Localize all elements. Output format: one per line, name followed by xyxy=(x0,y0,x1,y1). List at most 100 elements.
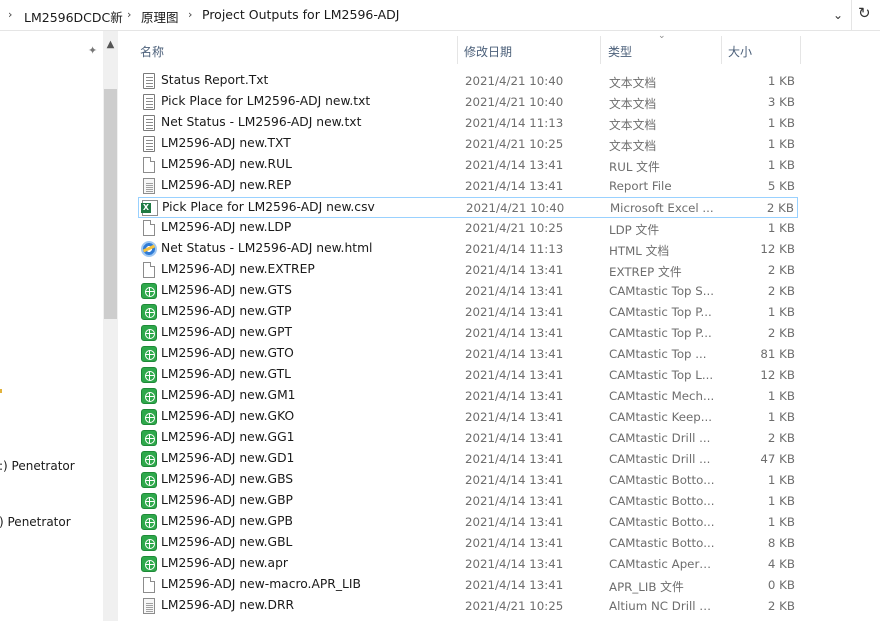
file-name: LM2596-ADJ new.TXT xyxy=(161,136,291,150)
file-size: 4 KB xyxy=(767,557,795,571)
camtastic-file-icon xyxy=(141,451,157,467)
file-row[interactable]: LM2596-ADJ new.GPB 2021/4/14 13:41 CAMtast… xyxy=(138,512,798,533)
file-modified-date: 2021/4/14 13:41 xyxy=(465,431,564,445)
camtastic-file-icon xyxy=(141,367,157,383)
chevron-down-icon[interactable]: ⌄ xyxy=(826,2,850,28)
file-type: CAMtastic Drill ... xyxy=(609,452,711,466)
file-row[interactable]: LM2596-ADJ new.GBS 2021/4/14 13:41 CAMtast… xyxy=(138,470,798,491)
nav-item[interactable]: :) Penetrator xyxy=(0,459,75,473)
column-header-size[interactable]: 大小 xyxy=(728,43,752,60)
file-row[interactable]: Net Status - LM2596-ADJ new.txt 2021/4/14… xyxy=(138,113,798,134)
column-header-date[interactable]: 修改日期 xyxy=(464,43,512,60)
file-modified-date: 2021/4/14 13:41 xyxy=(465,263,564,277)
file-size: 3 KB xyxy=(767,95,795,109)
file-name: LM2596-ADJ new.LDP xyxy=(161,220,292,234)
file-name: LM2596-ADJ new.GBL xyxy=(161,535,293,549)
file-size: 2 KB xyxy=(767,599,795,613)
file-row[interactable]: LM2596-ADJ new.GTO 2021/4/14 13:41 CAMtast… xyxy=(138,344,798,365)
file-row[interactable]: LM2596-ADJ new.DRR 2021/4/21 10:25 Altium … xyxy=(138,596,798,617)
text-doc-icon xyxy=(143,73,155,89)
camtastic-file-icon xyxy=(141,409,157,425)
column-divider[interactable] xyxy=(800,36,801,64)
file-row[interactable]: LM2596-ADJ new.RUL 2021/4/14 13:41 RUL 文件 1… xyxy=(138,155,798,176)
file-row[interactable]: LM2596-ADJ new.apr 2021/4/14 13:41 CAMtast… xyxy=(138,554,798,575)
text-doc-icon xyxy=(143,115,155,131)
file-modified-date: 2021/4/14 11:13 xyxy=(465,242,564,256)
file-row[interactable]: LM2596-ADJ new.GKO 2021/4/14 13:41 CAMtast… xyxy=(138,407,798,428)
file-modified-date: 2021/4/14 13:41 xyxy=(465,452,564,466)
column-header-row: 名称 修改日期 ⌄ 类型 大小 xyxy=(118,31,880,68)
file-row[interactable]: LM2596-ADJ new.GD1 2021/4/14 13:41 CAMtast… xyxy=(138,449,798,470)
file-type: Altium NC Drill R... xyxy=(609,599,715,613)
file-row[interactable]: LM2596-ADJ new.GTP 2021/4/14 13:41 CAMtast… xyxy=(138,302,798,323)
file-name: Net Status - LM2596-ADJ new.txt xyxy=(161,115,362,129)
file-size: 81 KB xyxy=(760,347,795,361)
chevron-right-icon[interactable]: › xyxy=(188,8,192,21)
file-type: CAMtastic Botto... xyxy=(609,536,715,550)
file-row[interactable]: Net Status - LM2596-ADJ new.html 2021/4/1… xyxy=(138,239,798,260)
breadcrumb-item[interactable]: LM2596DCDC新 xyxy=(24,7,123,26)
file-row[interactable]: LM2596-ADJ new.TXT 2021/4/21 10:25 文本文档 1 K… xyxy=(138,134,798,155)
column-header-name[interactable]: 名称 xyxy=(140,43,164,60)
chevron-right-icon[interactable]: › xyxy=(8,8,12,21)
file-type: Report File xyxy=(609,179,672,193)
file-row[interactable]: LM2596-ADJ new.GBL 2021/4/14 13:41 CAMtast… xyxy=(138,533,798,554)
column-divider[interactable] xyxy=(721,36,722,64)
file-row[interactable]: LM2596-ADJ new.GTS 2021/4/14 13:41 CAMtast… xyxy=(138,281,798,302)
file-size: 1 KB xyxy=(767,494,795,508)
file-type: 文本文档 xyxy=(609,76,657,90)
scroll-up-icon[interactable]: ▲ xyxy=(103,39,118,50)
file-size: 1 KB xyxy=(767,158,795,172)
file-row[interactable]: LM2596-ADJ new.GG1 2021/4/14 13:41 CAMtast… xyxy=(138,428,798,449)
navigation-pane[interactable]: ✦ :) Penetrator ) Penetrator xyxy=(0,31,103,621)
file-row[interactable]: LM2596-ADJ new.GPT 2021/4/14 13:41 CAMtast… xyxy=(138,323,798,344)
file-row[interactable]: LM2596-ADJ new-macro.APR_LIB 2021/4/14 13… xyxy=(138,575,798,596)
blank-file-icon xyxy=(143,577,155,593)
file-row[interactable]: Pick Place for LM2596-ADJ new.csv 2021/4/… xyxy=(138,197,798,218)
pin-icon[interactable]: ✦ xyxy=(88,44,97,57)
file-modified-date: 2021/4/21 10:40 xyxy=(465,74,564,88)
camtastic-file-icon xyxy=(141,556,157,572)
file-name: Pick Place for LM2596-ADJ new.csv xyxy=(162,200,375,214)
column-divider[interactable] xyxy=(457,36,458,64)
file-row[interactable]: LM2596-ADJ new.GM1 2021/4/14 13:41 CAMtast… xyxy=(138,386,798,407)
file-name: LM2596-ADJ new.GKO xyxy=(161,409,295,423)
file-row[interactable]: LM2596-ADJ new.REP 2021/4/14 13:41 Report … xyxy=(138,176,798,197)
file-size: 47 KB xyxy=(760,452,795,466)
file-row[interactable]: LM2596-ADJ new.LDP 2021/4/21 10:25 LDP 文件 1… xyxy=(138,218,798,239)
blank-file-icon xyxy=(143,157,155,173)
refresh-icon[interactable]: ↻ xyxy=(858,4,871,22)
file-size: 2 KB xyxy=(767,326,795,340)
file-modified-date: 2021/4/14 13:41 xyxy=(465,305,564,319)
html-file-icon xyxy=(141,241,157,257)
file-row[interactable]: Pick Place for LM2596-ADJ new.txt 2021/4/… xyxy=(138,92,798,113)
breadcrumb-item[interactable]: 原理图 xyxy=(141,7,179,26)
file-row[interactable]: Status Report.Txt 2021/4/21 10:40 文本文档 1 KB xyxy=(138,71,798,92)
folder-icon xyxy=(0,389,2,393)
file-modified-date: 2021/4/14 13:41 xyxy=(465,515,564,529)
file-type: CAMtastic Top S... xyxy=(609,284,715,298)
file-type: CAMtastic Top ... xyxy=(609,347,707,361)
nav-item[interactable]: ) Penetrator xyxy=(0,515,71,529)
camtastic-file-icon xyxy=(141,430,157,446)
camtastic-file-icon xyxy=(141,514,157,530)
chevron-right-icon[interactable]: › xyxy=(127,8,131,21)
scrollbar-thumb[interactable] xyxy=(104,89,117,319)
blank-file-icon xyxy=(143,262,155,278)
file-size: 2 KB xyxy=(767,431,795,445)
address-bar[interactable]: › LM2596DCDC新 › 原理图 › Project Outputs fo… xyxy=(0,0,880,31)
file-modified-date: 2021/4/14 13:41 xyxy=(465,410,564,424)
file-name: Pick Place for LM2596-ADJ new.txt xyxy=(161,94,371,108)
file-row[interactable]: LM2596-ADJ new.EXTREP 2021/4/14 13:41 EXTR… xyxy=(138,260,798,281)
report-file-icon xyxy=(143,598,155,614)
text-doc-icon xyxy=(143,136,155,152)
file-size: 2 KB xyxy=(767,263,795,277)
file-row[interactable]: LM2596-ADJ new.GTL 2021/4/14 13:41 CAMtast… xyxy=(138,365,798,386)
vertical-scrollbar[interactable]: ▲ xyxy=(103,31,118,621)
breadcrumb-item[interactable]: Project Outputs for LM2596-ADJ xyxy=(202,7,399,22)
column-divider[interactable] xyxy=(600,36,601,64)
column-header-type[interactable]: 类型 xyxy=(608,43,632,60)
file-row[interactable]: LM2596-ADJ new.GBP 2021/4/14 13:41 CAMtast… xyxy=(138,491,798,512)
file-name: LM2596-ADJ new.GTO xyxy=(161,346,294,360)
file-name: LM2596-ADJ new.REP xyxy=(161,178,292,192)
